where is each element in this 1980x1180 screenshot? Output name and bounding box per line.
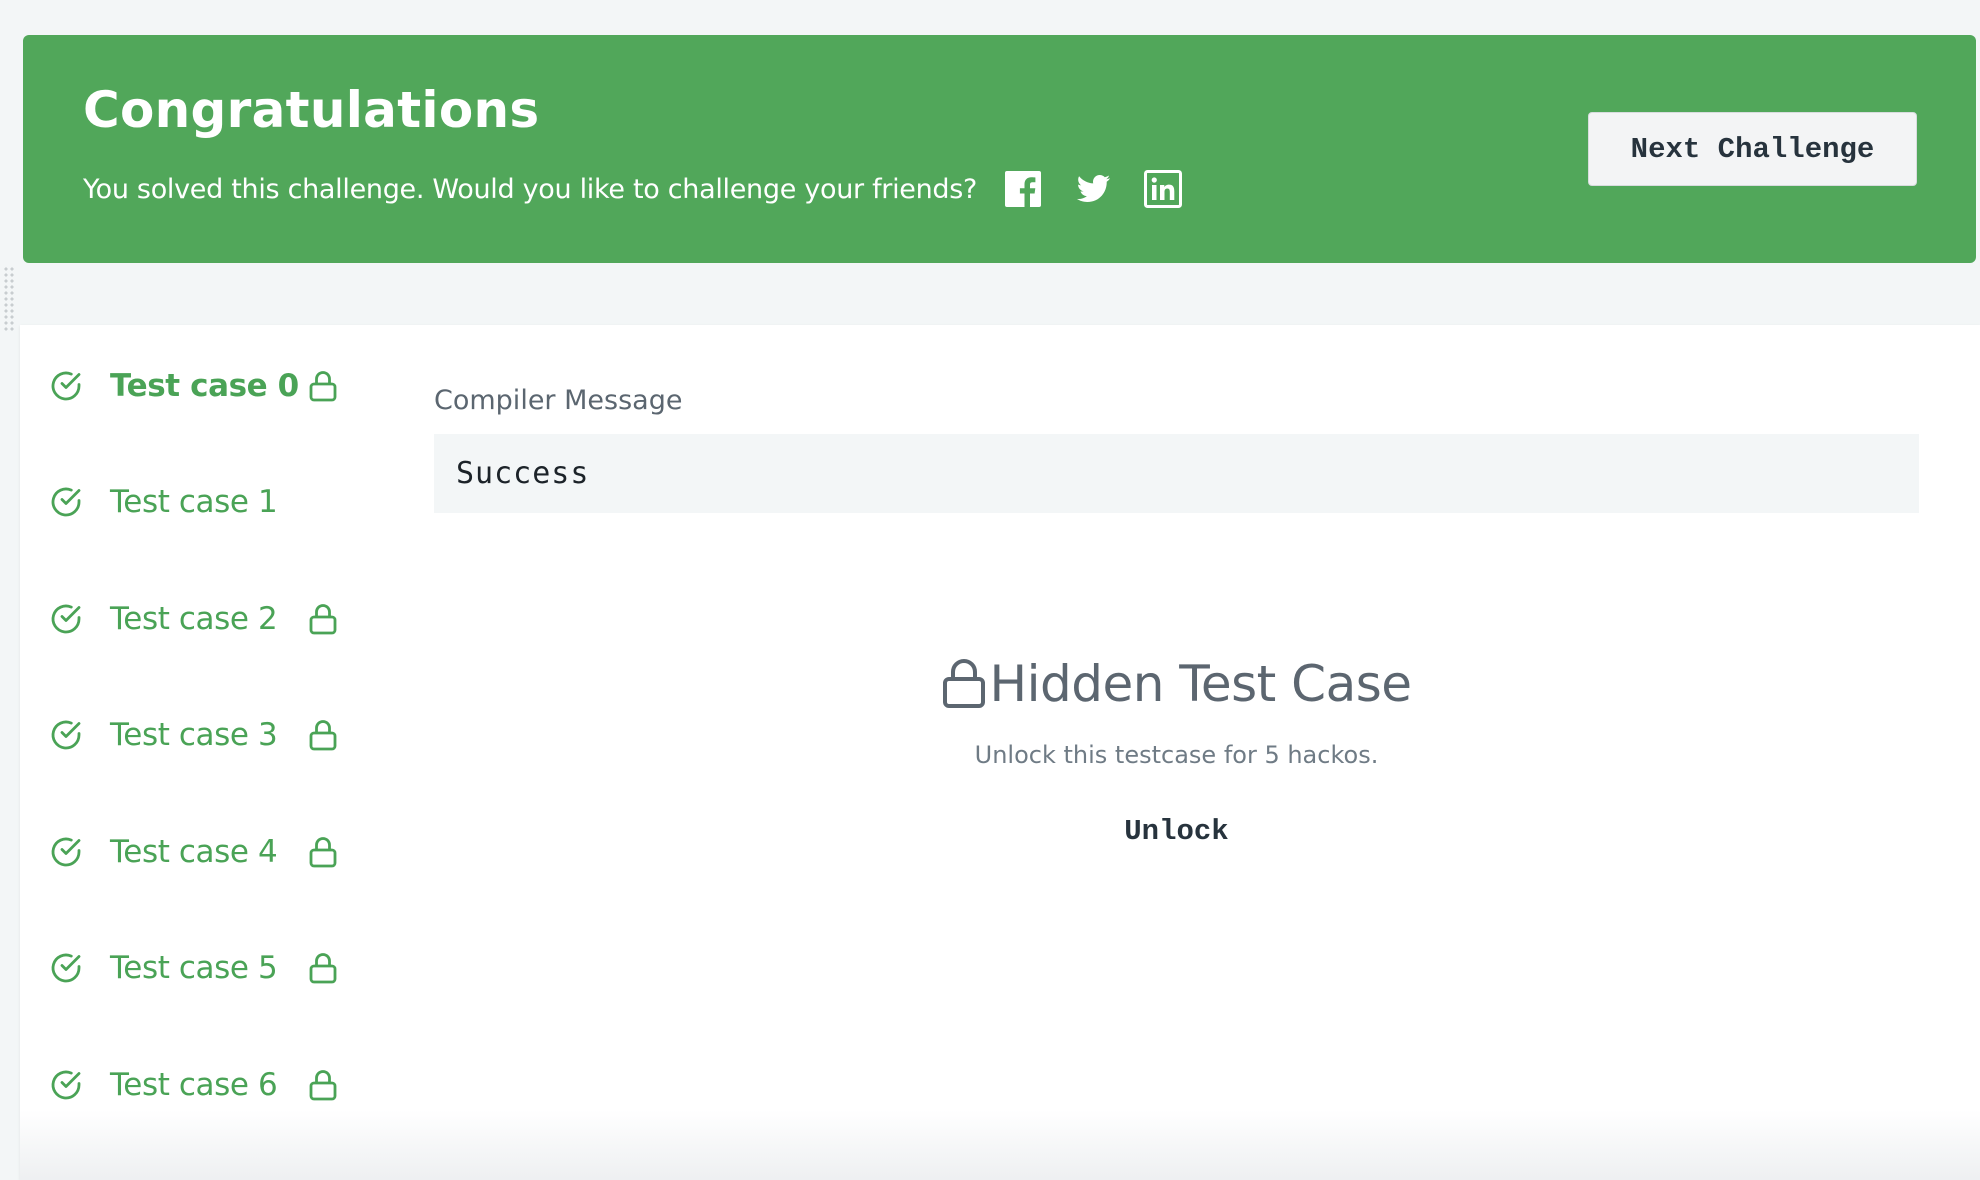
lock-icon — [308, 835, 338, 869]
lock-icon — [308, 369, 338, 403]
hidden-test-case-description: Unlock this testcase for 5 hackos. — [974, 741, 1379, 769]
hidden-test-case: Hidden Test Case Unlock this testcase fo… — [434, 655, 1919, 854]
test-case-label: Test case 6 — [110, 1067, 278, 1103]
test-case-5[interactable]: Test case 5 — [48, 938, 388, 998]
compiler-message-box: Success — [434, 434, 1919, 513]
lock-icon — [308, 602, 338, 636]
check-circle-icon — [48, 601, 84, 637]
facebook-icon[interactable] — [1003, 169, 1043, 209]
unlock-button[interactable]: Unlock — [1114, 809, 1238, 854]
drag-handle[interactable] — [3, 266, 15, 332]
test-case-3[interactable]: Test case 3 — [48, 705, 388, 765]
test-case-4[interactable]: Test case 4 — [48, 822, 388, 882]
test-case-label: Test case 3 — [110, 717, 278, 753]
check-circle-icon — [48, 368, 84, 404]
check-circle-icon — [48, 484, 84, 520]
lock-icon — [308, 951, 338, 985]
banner-title: Congratulations — [83, 81, 540, 139]
test-case-2[interactable]: Test case 2 — [48, 589, 388, 649]
test-case-label: Test case 5 — [110, 950, 278, 986]
next-challenge-button[interactable]: Next Challenge — [1588, 112, 1917, 186]
share-row: You solved this challenge. Would you lik… — [83, 159, 1213, 219]
hidden-test-case-title: Hidden Test Case — [941, 655, 1412, 713]
check-circle-icon — [48, 834, 84, 870]
panel-bottom-fade — [20, 1110, 1980, 1180]
test-case-1[interactable]: Test case 1 — [48, 472, 388, 532]
compiler-message-label: Compiler Message — [434, 385, 683, 416]
page: Congratulations You solved this challeng… — [0, 0, 1980, 1180]
hidden-title-text: Hidden Test Case — [989, 655, 1412, 713]
banner-subtitle: You solved this challenge. Would you lik… — [83, 173, 978, 205]
lock-icon — [308, 718, 338, 752]
test-case-label: Test case 2 — [110, 601, 278, 637]
lock-icon — [941, 658, 987, 710]
test-case-label: Test case 0 — [110, 368, 299, 404]
test-case-label: Test case 4 — [110, 834, 278, 870]
success-banner: Congratulations You solved this challeng… — [23, 35, 1976, 263]
test-case-label: Test case 1 — [110, 484, 278, 520]
check-circle-icon — [48, 950, 84, 986]
twitter-icon[interactable] — [1073, 169, 1113, 209]
results-panel: Test case 0 Test case 1 Test case 2 Test… — [20, 325, 1980, 1180]
check-circle-icon — [48, 1067, 84, 1103]
test-case-6[interactable]: Test case 6 — [48, 1055, 388, 1115]
test-case-0[interactable]: Test case 0 — [48, 356, 388, 416]
check-circle-icon — [48, 717, 84, 753]
linkedin-icon[interactable] — [1143, 169, 1183, 209]
lock-icon — [308, 1068, 338, 1102]
